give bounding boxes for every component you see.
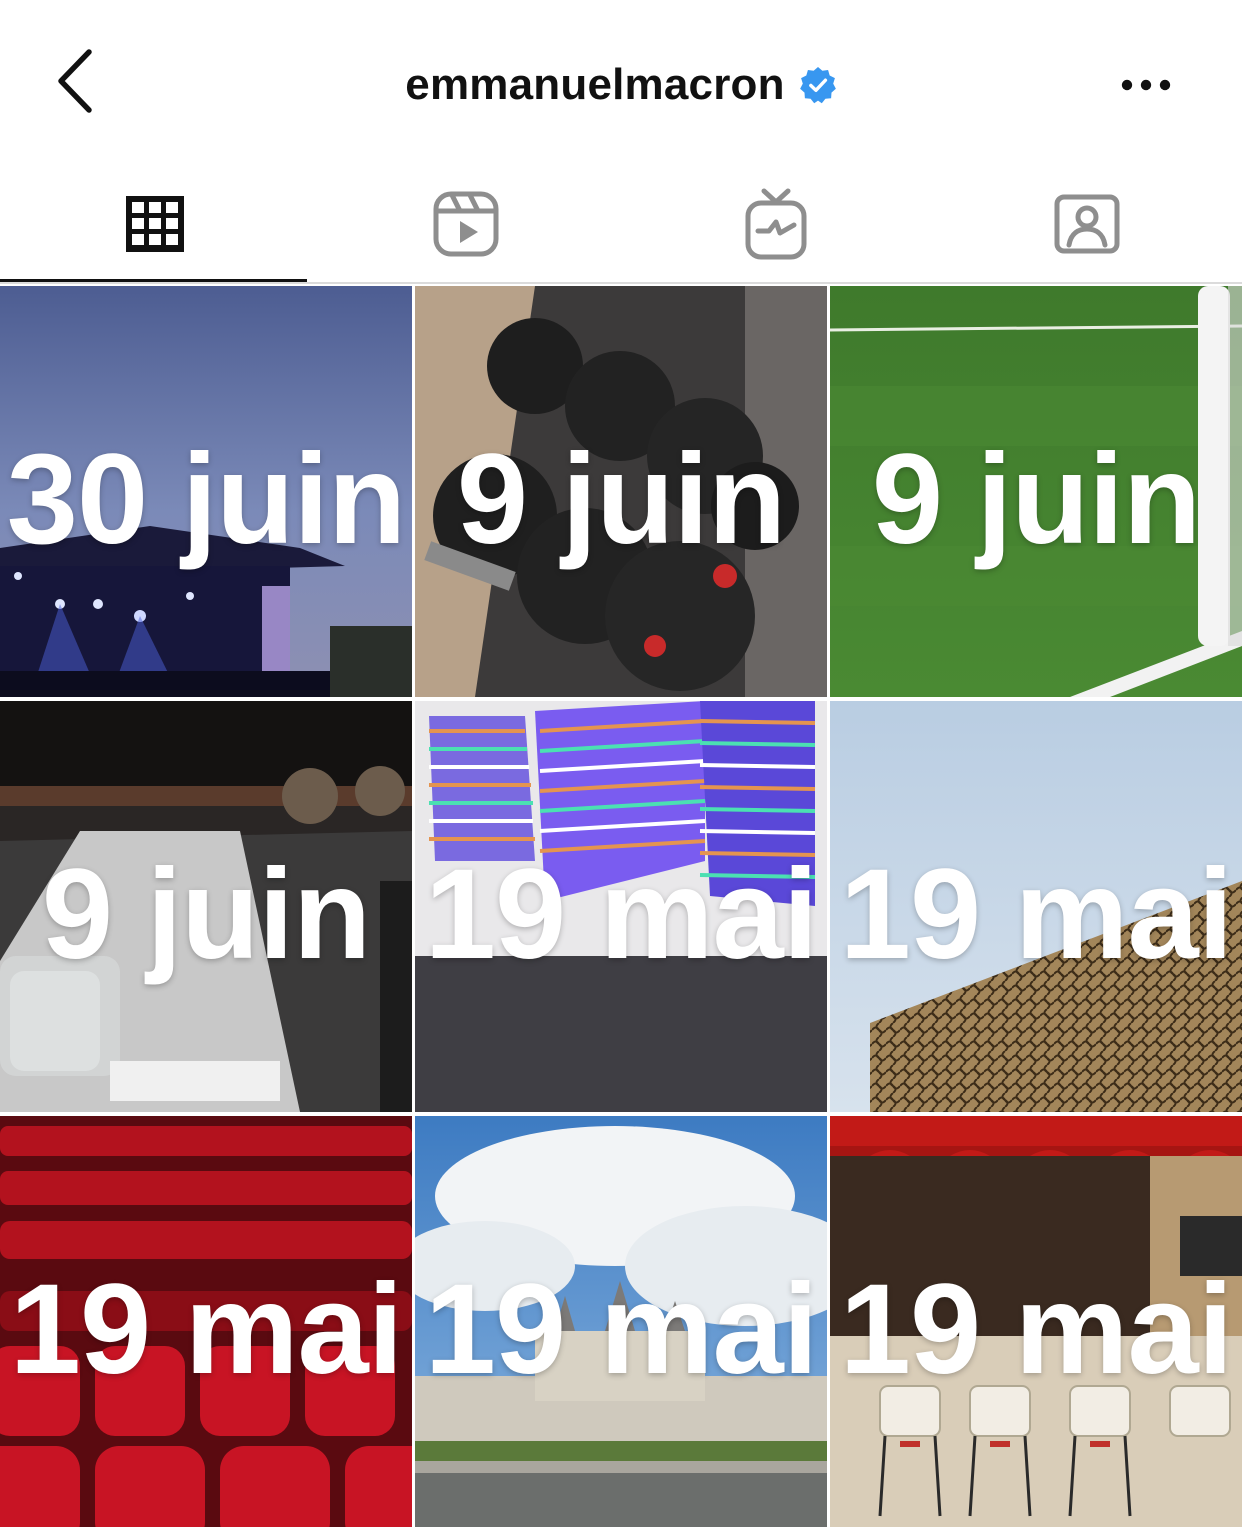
posts-grid: 30 juin 9 juin 9 juin 9 juin 19 mai 19 m…	[0, 286, 1242, 1533]
tabs-divider	[0, 282, 1242, 284]
tab-tagged[interactable]	[932, 165, 1242, 283]
tab-igtv[interactable]	[621, 165, 932, 283]
post-date-label: 19 mai	[424, 1258, 819, 1401]
post-date-label: 9 juin	[41, 843, 371, 986]
post-tile[interactable]: 19 mai	[830, 701, 1242, 1112]
post-date-label: 19 mai	[9, 1258, 404, 1401]
verified-badge-icon	[799, 66, 837, 104]
post-date-label: 9 juin	[871, 428, 1201, 571]
post-date-label: 19 mai	[839, 1258, 1234, 1401]
profile-header: emmanuelmacron	[0, 0, 1242, 165]
profile-username: emmanuelmacron	[405, 60, 785, 109]
post-tile[interactable]: 19 mai	[0, 1116, 412, 1527]
post-date-label: 30 juin	[6, 428, 406, 571]
tagged-icon	[1054, 194, 1120, 254]
igtv-icon	[745, 188, 807, 260]
post-tile[interactable]: 9 juin	[830, 286, 1242, 697]
profile-tabs	[0, 165, 1242, 283]
post-date-label: 9 juin	[456, 428, 786, 571]
post-date-label: 19 mai	[839, 843, 1234, 986]
tab-reels[interactable]	[311, 165, 622, 283]
post-date-label: 19 mai	[424, 843, 819, 986]
post-tile[interactable]: 19 mai	[830, 1116, 1242, 1527]
post-tile[interactable]: 19 mai	[415, 1116, 827, 1527]
post-tile[interactable]: 9 juin	[415, 286, 827, 697]
post-tile[interactable]: 30 juin	[0, 286, 412, 697]
post-tile[interactable]: 19 mai	[415, 701, 827, 1112]
more-horizontal-icon	[1121, 79, 1171, 91]
tab-posts-grid[interactable]	[0, 165, 311, 283]
more-options-button[interactable]	[1108, 60, 1184, 110]
reels-icon	[433, 191, 499, 257]
grid-icon	[126, 196, 185, 252]
post-tile[interactable]: 9 juin	[0, 701, 412, 1112]
